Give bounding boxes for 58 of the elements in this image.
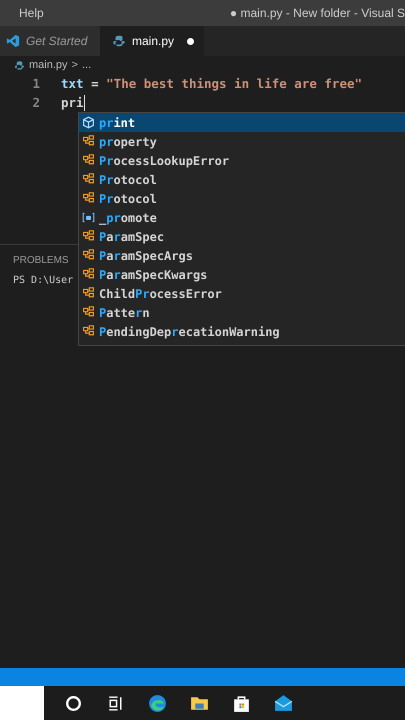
suggestion-item[interactable]: PendingDeprecationWarning — [79, 322, 405, 341]
code-line: txt = "The best things in life are free" — [61, 76, 362, 91]
suggestion-label: ProcessLookupError — [99, 154, 230, 168]
suggestion-item[interactable]: ParamSpec — [79, 227, 405, 246]
suggestion-item[interactable]: print — [79, 113, 405, 132]
terminal-line: PS D:\User — [13, 275, 74, 286]
class-icon — [82, 306, 95, 319]
line-number: 1 — [31, 76, 41, 91]
class-icon — [82, 173, 95, 186]
suggestion-label: ChildProcessError — [99, 286, 222, 300]
suggestion-item[interactable]: _promote — [79, 208, 405, 227]
suggestion-label: ParamSpecArgs — [99, 248, 193, 262]
editor-tab[interactable]: main.py — [100, 26, 204, 56]
python-icon — [112, 34, 126, 48]
suggestion-label: print — [99, 116, 136, 130]
breadcrumb-separator: > — [72, 59, 78, 71]
tab-label: main.py — [132, 34, 174, 48]
class-icon — [82, 135, 95, 148]
code-line: pri — [61, 95, 84, 110]
suggestion-item[interactable]: Pattern — [79, 303, 405, 322]
suggestion-item[interactable]: ParamSpecArgs — [79, 246, 405, 265]
suggestion-label: Protocol — [99, 172, 157, 186]
unsaved-dot-icon — [187, 38, 194, 44]
menu-item[interactable]: Help — [19, 6, 44, 20]
text-cursor — [84, 94, 86, 110]
suggestion-item[interactable]: ChildProcessError — [79, 284, 405, 303]
breadcrumb-item[interactable]: ... — [82, 59, 92, 71]
suggestion-item[interactable]: ProcessLookupError — [79, 151, 405, 170]
class-icon — [82, 230, 95, 243]
suggestion-label: ParamSpec — [99, 230, 164, 244]
suggestion-item[interactable]: ParamSpecKwargs — [79, 265, 405, 284]
line-number: 2 — [31, 95, 41, 110]
search-field[interactable] — [0, 686, 44, 720]
suggestion-item[interactable]: Protocol — [79, 189, 405, 208]
breadcrumb-item[interactable]: main.py — [29, 59, 68, 71]
suggestion-item[interactable]: Protocol — [79, 170, 405, 189]
class-icon — [82, 192, 95, 205]
class-icon — [82, 268, 95, 281]
cube-icon — [82, 116, 95, 129]
suggestion-label: Protocol — [99, 192, 157, 206]
suggestion-label: PendingDeprecationWarning — [99, 324, 280, 338]
suggestion-item[interactable]: property — [79, 132, 405, 151]
editor-tab[interactable]: Get Started — [0, 26, 100, 56]
window-title: ● main.py - New folder - Visual S — [230, 6, 405, 20]
browser-icon[interactable] — [147, 692, 168, 714]
suggestion-label: ParamSpecKwargs — [99, 268, 208, 282]
vscode-logo-icon — [6, 34, 20, 48]
mail-icon[interactable] — [273, 692, 294, 714]
tab-label: Get Started — [26, 34, 88, 48]
suggestion-label: property — [99, 134, 157, 148]
class-icon — [82, 154, 95, 167]
suggestion-label: Pattern — [99, 306, 150, 320]
suggestion-label: _promote — [99, 210, 157, 224]
class-icon — [82, 249, 95, 262]
variable-icon — [82, 211, 95, 224]
class-icon — [82, 287, 95, 300]
class-icon — [82, 325, 95, 338]
python-icon — [14, 60, 25, 70]
